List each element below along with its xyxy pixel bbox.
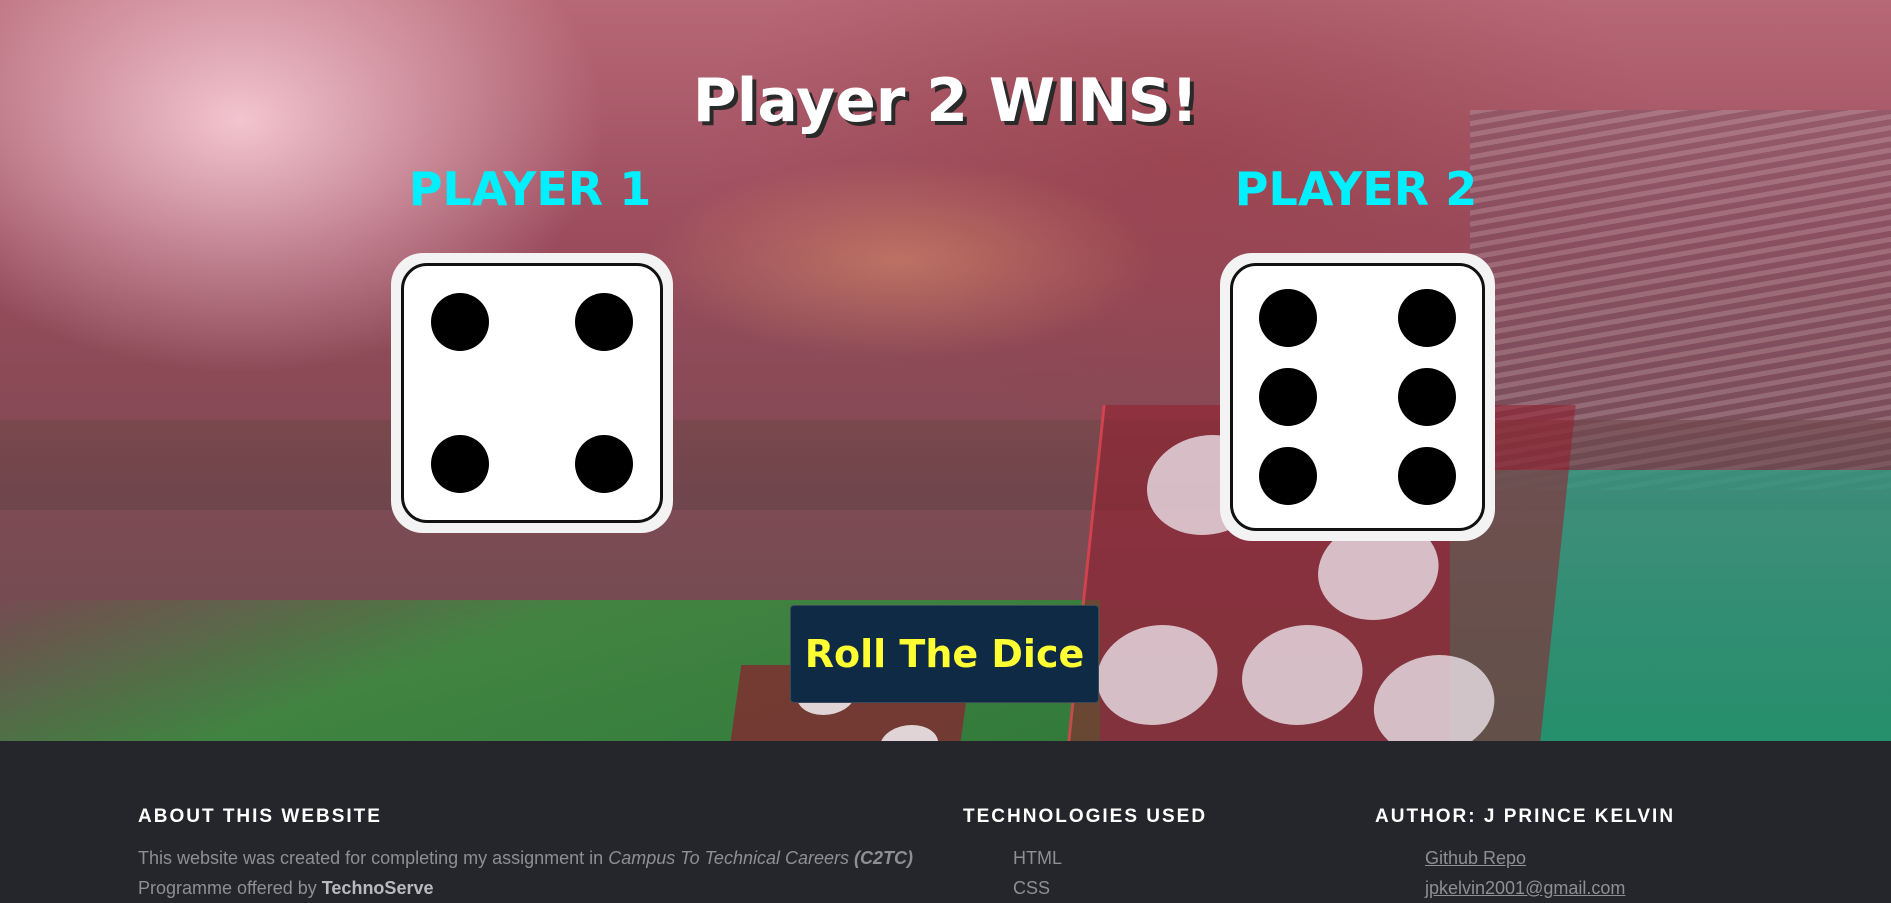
technologies-list: HTML CSS: [1013, 843, 1062, 903]
die-pip: [1398, 289, 1457, 348]
footer: ABOUT THIS WEBSITE This website was crea…: [0, 741, 1891, 898]
die-pip: [574, 435, 633, 494]
about-text: This website was created for completing …: [138, 843, 938, 903]
player-2-label: PLAYER 2: [1234, 162, 1478, 216]
program-abbr: (C2TC): [854, 848, 914, 868]
author-links: Github Repo jpkelvin2001@gmail.com: [1425, 843, 1625, 903]
org-name: TechnoServe: [321, 878, 434, 898]
github-repo-link[interactable]: Github Repo: [1425, 848, 1526, 868]
player-1-die: [391, 253, 673, 533]
technology-item: CSS: [1013, 878, 1051, 898]
background-die-pip: [1368, 655, 1500, 741]
background-die-pip: [1237, 625, 1368, 725]
author-link-item: Github Repo: [1425, 843, 1625, 873]
die-face: [1230, 263, 1485, 531]
player-1-label: PLAYER 1: [408, 162, 652, 216]
die-pip: [574, 292, 633, 351]
die-pip: [1258, 446, 1317, 505]
about-heading: ABOUT THIS WEBSITE: [138, 806, 382, 827]
die-pip: [1398, 368, 1457, 426]
technology-item: HTML: [1013, 848, 1062, 868]
player-2-die: [1220, 253, 1495, 541]
technologies-heading: TECHNOLOGIES USED: [963, 806, 1208, 827]
author-heading: AUTHOR: J PRINCE KELVIN: [1375, 806, 1676, 827]
background-die-pip: [877, 725, 941, 741]
die-pip: [1258, 368, 1317, 426]
about-text-prefix: This website was created for completing …: [138, 848, 609, 868]
die-pip: [431, 435, 490, 494]
die-face: [401, 263, 663, 523]
die-pip: [1258, 289, 1317, 348]
result-title: Player 2 WINS!: [692, 66, 1199, 136]
background-die-pip: [1092, 625, 1223, 725]
die-pip: [1398, 446, 1457, 505]
author-link-item: jpkelvin2001@gmail.com: [1425, 873, 1625, 903]
email-link[interactable]: jpkelvin2001@gmail.com: [1425, 878, 1625, 898]
program-name: Campus To Technical Careers: [608, 848, 849, 868]
about-text-suffix: Programme offered by: [138, 878, 322, 898]
roll-dice-button[interactable]: Roll The Dice: [790, 605, 1099, 703]
die-pip: [431, 292, 490, 351]
